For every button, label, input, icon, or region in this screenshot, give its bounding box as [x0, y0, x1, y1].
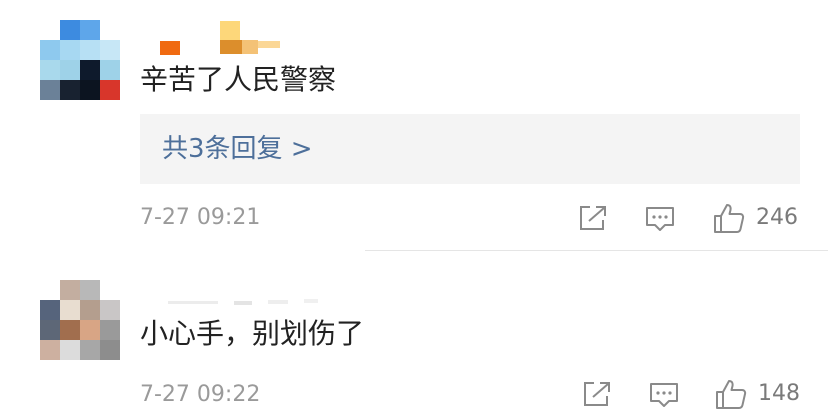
forward-icon[interactable]: [578, 204, 608, 232]
avatar-pixel: [40, 40, 60, 60]
avatar-pixel: [40, 320, 60, 340]
avatar-pixel: [60, 320, 80, 340]
avatar-pixel: [60, 300, 80, 320]
avatar-pixel: [80, 80, 100, 100]
avatar-pixel: [80, 320, 100, 340]
comment-icon[interactable]: [644, 205, 676, 233]
avatar-pixel: [60, 80, 80, 100]
avatar-pixel: [100, 20, 120, 40]
avatar-pixel: [100, 280, 120, 300]
comment-text: 辛苦了人民警察: [140, 63, 337, 96]
avatar-pixel: [40, 340, 60, 360]
like-icon[interactable]: [712, 202, 746, 234]
avatar-pixel: [80, 20, 100, 40]
avatar-pixel: [80, 300, 100, 320]
replies-label: 共3条回复 >: [162, 134, 313, 164]
avatar-pixel: [100, 300, 120, 320]
avatar-pixel: [100, 340, 120, 360]
avatar-pixel: [60, 20, 80, 40]
avatar-pixel: [100, 60, 120, 80]
avatar-pixel: [60, 40, 80, 60]
avatar-pixel: [80, 60, 100, 80]
comment-item: 辛苦了人民警察 共3条回复 > 7-27 09:21 246: [0, 0, 828, 250]
avatar-pixel: [80, 340, 100, 360]
like-icon[interactable]: [714, 378, 748, 410]
avatar-pixel: [40, 20, 60, 40]
avatar[interactable]: [40, 20, 120, 100]
avatar-pixel: [40, 80, 60, 100]
comment-time: 7-27 09:22: [140, 382, 261, 407]
avatar-pixel: [40, 60, 60, 80]
avatar-pixel: [40, 280, 60, 300]
avatar-pixel: [60, 280, 80, 300]
divider: [365, 250, 828, 251]
avatar-pixel: [80, 40, 100, 60]
comment-icon[interactable]: [648, 381, 680, 409]
like-count: 148: [758, 381, 800, 406]
like-count: 246: [756, 205, 798, 230]
replies-button[interactable]: 共3条回复 >: [140, 114, 800, 184]
avatar[interactable]: [40, 280, 120, 360]
avatar-pixel: [100, 320, 120, 340]
avatar-pixel: [80, 280, 100, 300]
forward-icon[interactable]: [582, 380, 612, 408]
comment-time: 7-27 09:21: [140, 205, 261, 230]
avatar-pixel: [60, 60, 80, 80]
avatar-pixel: [40, 300, 60, 320]
avatar-pixel: [60, 340, 80, 360]
avatar-pixel: [100, 80, 120, 100]
avatar-pixel: [100, 40, 120, 60]
comment-item: 小心手，别划伤了 7-27 09:22 148: [0, 262, 828, 414]
username-mosaic[interactable]: [158, 14, 288, 55]
comment-text: 小心手，别划伤了: [140, 317, 365, 350]
